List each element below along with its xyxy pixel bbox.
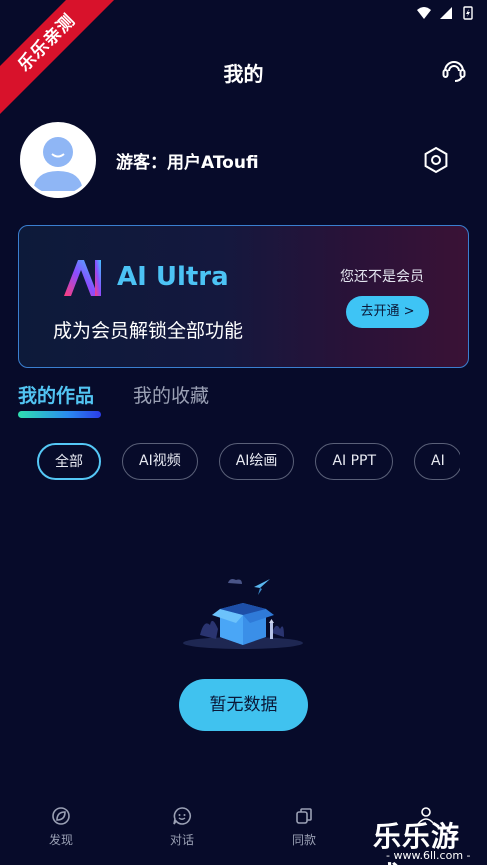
ai-logo-icon [64, 260, 101, 296]
membership-status: 您还不是会员 [340, 269, 424, 285]
tab-my-works[interactable]: 我的作品 [18, 381, 94, 408]
page-title: 我的 [223, 62, 264, 86]
tab-my-favorites[interactable]: 我的收藏 [133, 381, 209, 408]
username: 游客：用户AToufi [116, 153, 259, 173]
battery-icon [463, 6, 473, 20]
vip-brand-name: AI Ultra [117, 262, 229, 292]
avatar[interactable] [20, 122, 96, 198]
customer-service-icon[interactable] [440, 56, 468, 84]
chat-smile-icon [173, 807, 191, 825]
signal-icon [440, 7, 452, 19]
active-tab-indicator [18, 411, 101, 418]
nav-item-same-style[interactable]: 同款 [274, 806, 334, 848]
nav-item-chat[interactable]: 对话 [152, 806, 212, 848]
filter-chip-ai-ppt[interactable]: AI PPT [315, 443, 394, 480]
watermark-url: - www.6ll.com - [386, 849, 471, 862]
settings-hexagon-icon[interactable] [422, 146, 450, 174]
nav-label-chat: 对话 [169, 833, 194, 847]
default-avatar-icon [23, 125, 93, 195]
compass-leaf-icon [52, 807, 70, 825]
empty-box-illustration [183, 579, 303, 649]
vip-description: 成为会员解锁全部功能 [53, 320, 244, 342]
nav-label-discover: 发现 [48, 833, 73, 847]
wifi-icon [417, 7, 431, 19]
nav-label-same-style: 同款 [291, 833, 316, 847]
filter-chip-bar: 全部 AI视频 AI绘画 AI PPT AI [37, 443, 460, 481]
filter-chip-ai-video[interactable]: AI视频 [122, 443, 198, 480]
copy-icon [296, 808, 312, 824]
status-bar [417, 6, 475, 20]
filter-chip-ai-more[interactable]: AI [414, 443, 460, 480]
activate-membership-button[interactable]: 去开通 > [346, 296, 429, 328]
no-data-button[interactable]: 暂无数据 [179, 679, 308, 731]
nav-item-discover[interactable]: 发现 [31, 806, 91, 848]
filter-chip-ai-drawing[interactable]: AI绘画 [218, 443, 295, 480]
filter-chip-all[interactable]: 全部 [37, 443, 101, 480]
